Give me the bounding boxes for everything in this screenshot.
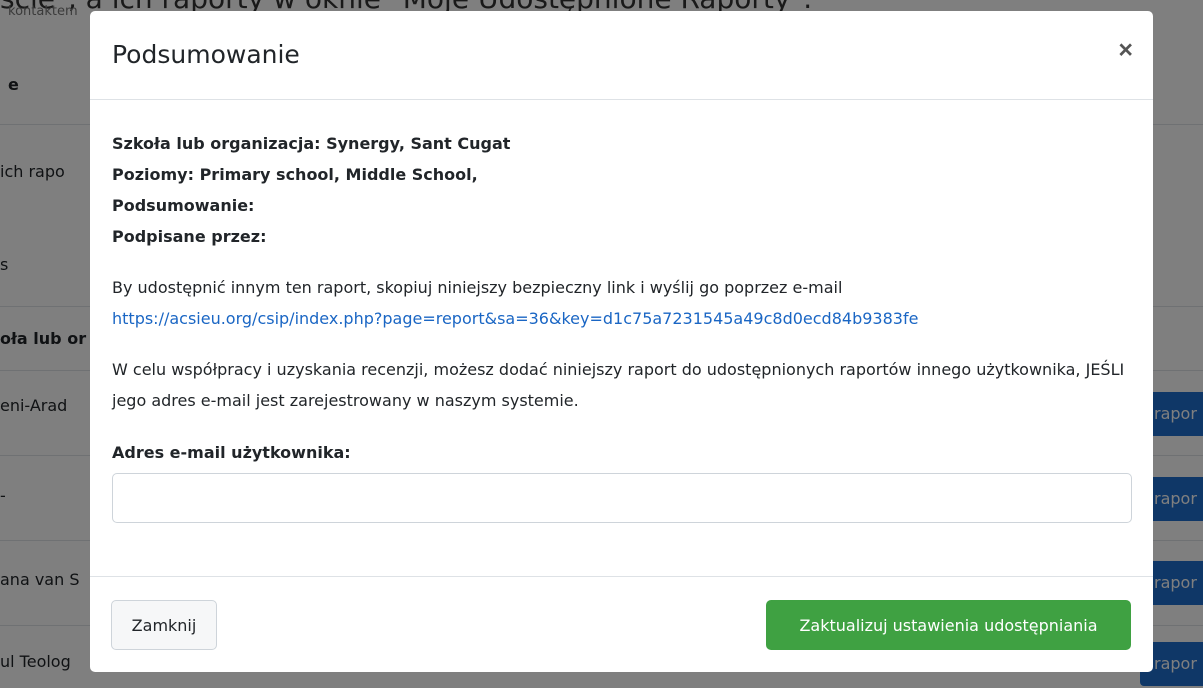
modal-header: Podsumowanie × (90, 11, 1153, 100)
summary-text: Podsumowanie: (112, 196, 255, 215)
share-section: By udostępnić innym ten raport, skopiuj … (112, 272, 1132, 334)
update-sharing-button[interactable]: Zaktualizuj ustawienia udostępniania (766, 600, 1131, 650)
share-link[interactable]: https://acsieu.org/csip/index.php?page=r… (112, 309, 918, 328)
modal-body: Szkoła lub organizacja: Synergy, Sant Cu… (112, 100, 1132, 523)
share-instruction-text: By udostępnić innym ten raport, skopiuj … (112, 278, 843, 297)
modal-title: Podsumowanie (112, 40, 300, 69)
levels-text: Poziomy: Primary school, Middle School, (112, 165, 478, 184)
summary-modal: Podsumowanie × Szkoła lub organizacja: S… (90, 11, 1153, 672)
school-organization-text: Szkoła lub organizacja: Synergy, Sant Cu… (112, 134, 511, 153)
email-label: Adres e-mail użytkownika: (112, 443, 351, 462)
collaboration-text: W celu współpracy i uzyskania recenzji, … (112, 360, 1125, 410)
close-icon[interactable]: × (1118, 38, 1133, 63)
close-button[interactable]: Zamknij (111, 600, 217, 650)
report-info: Szkoła lub organizacja: Synergy, Sant Cu… (112, 128, 1132, 252)
user-email-input[interactable] (112, 473, 1132, 523)
modal-footer: Zamknij Zaktualizuj ustawienia udostępni… (90, 576, 1153, 672)
signed-by-text: Podpisane przez: (112, 227, 267, 246)
